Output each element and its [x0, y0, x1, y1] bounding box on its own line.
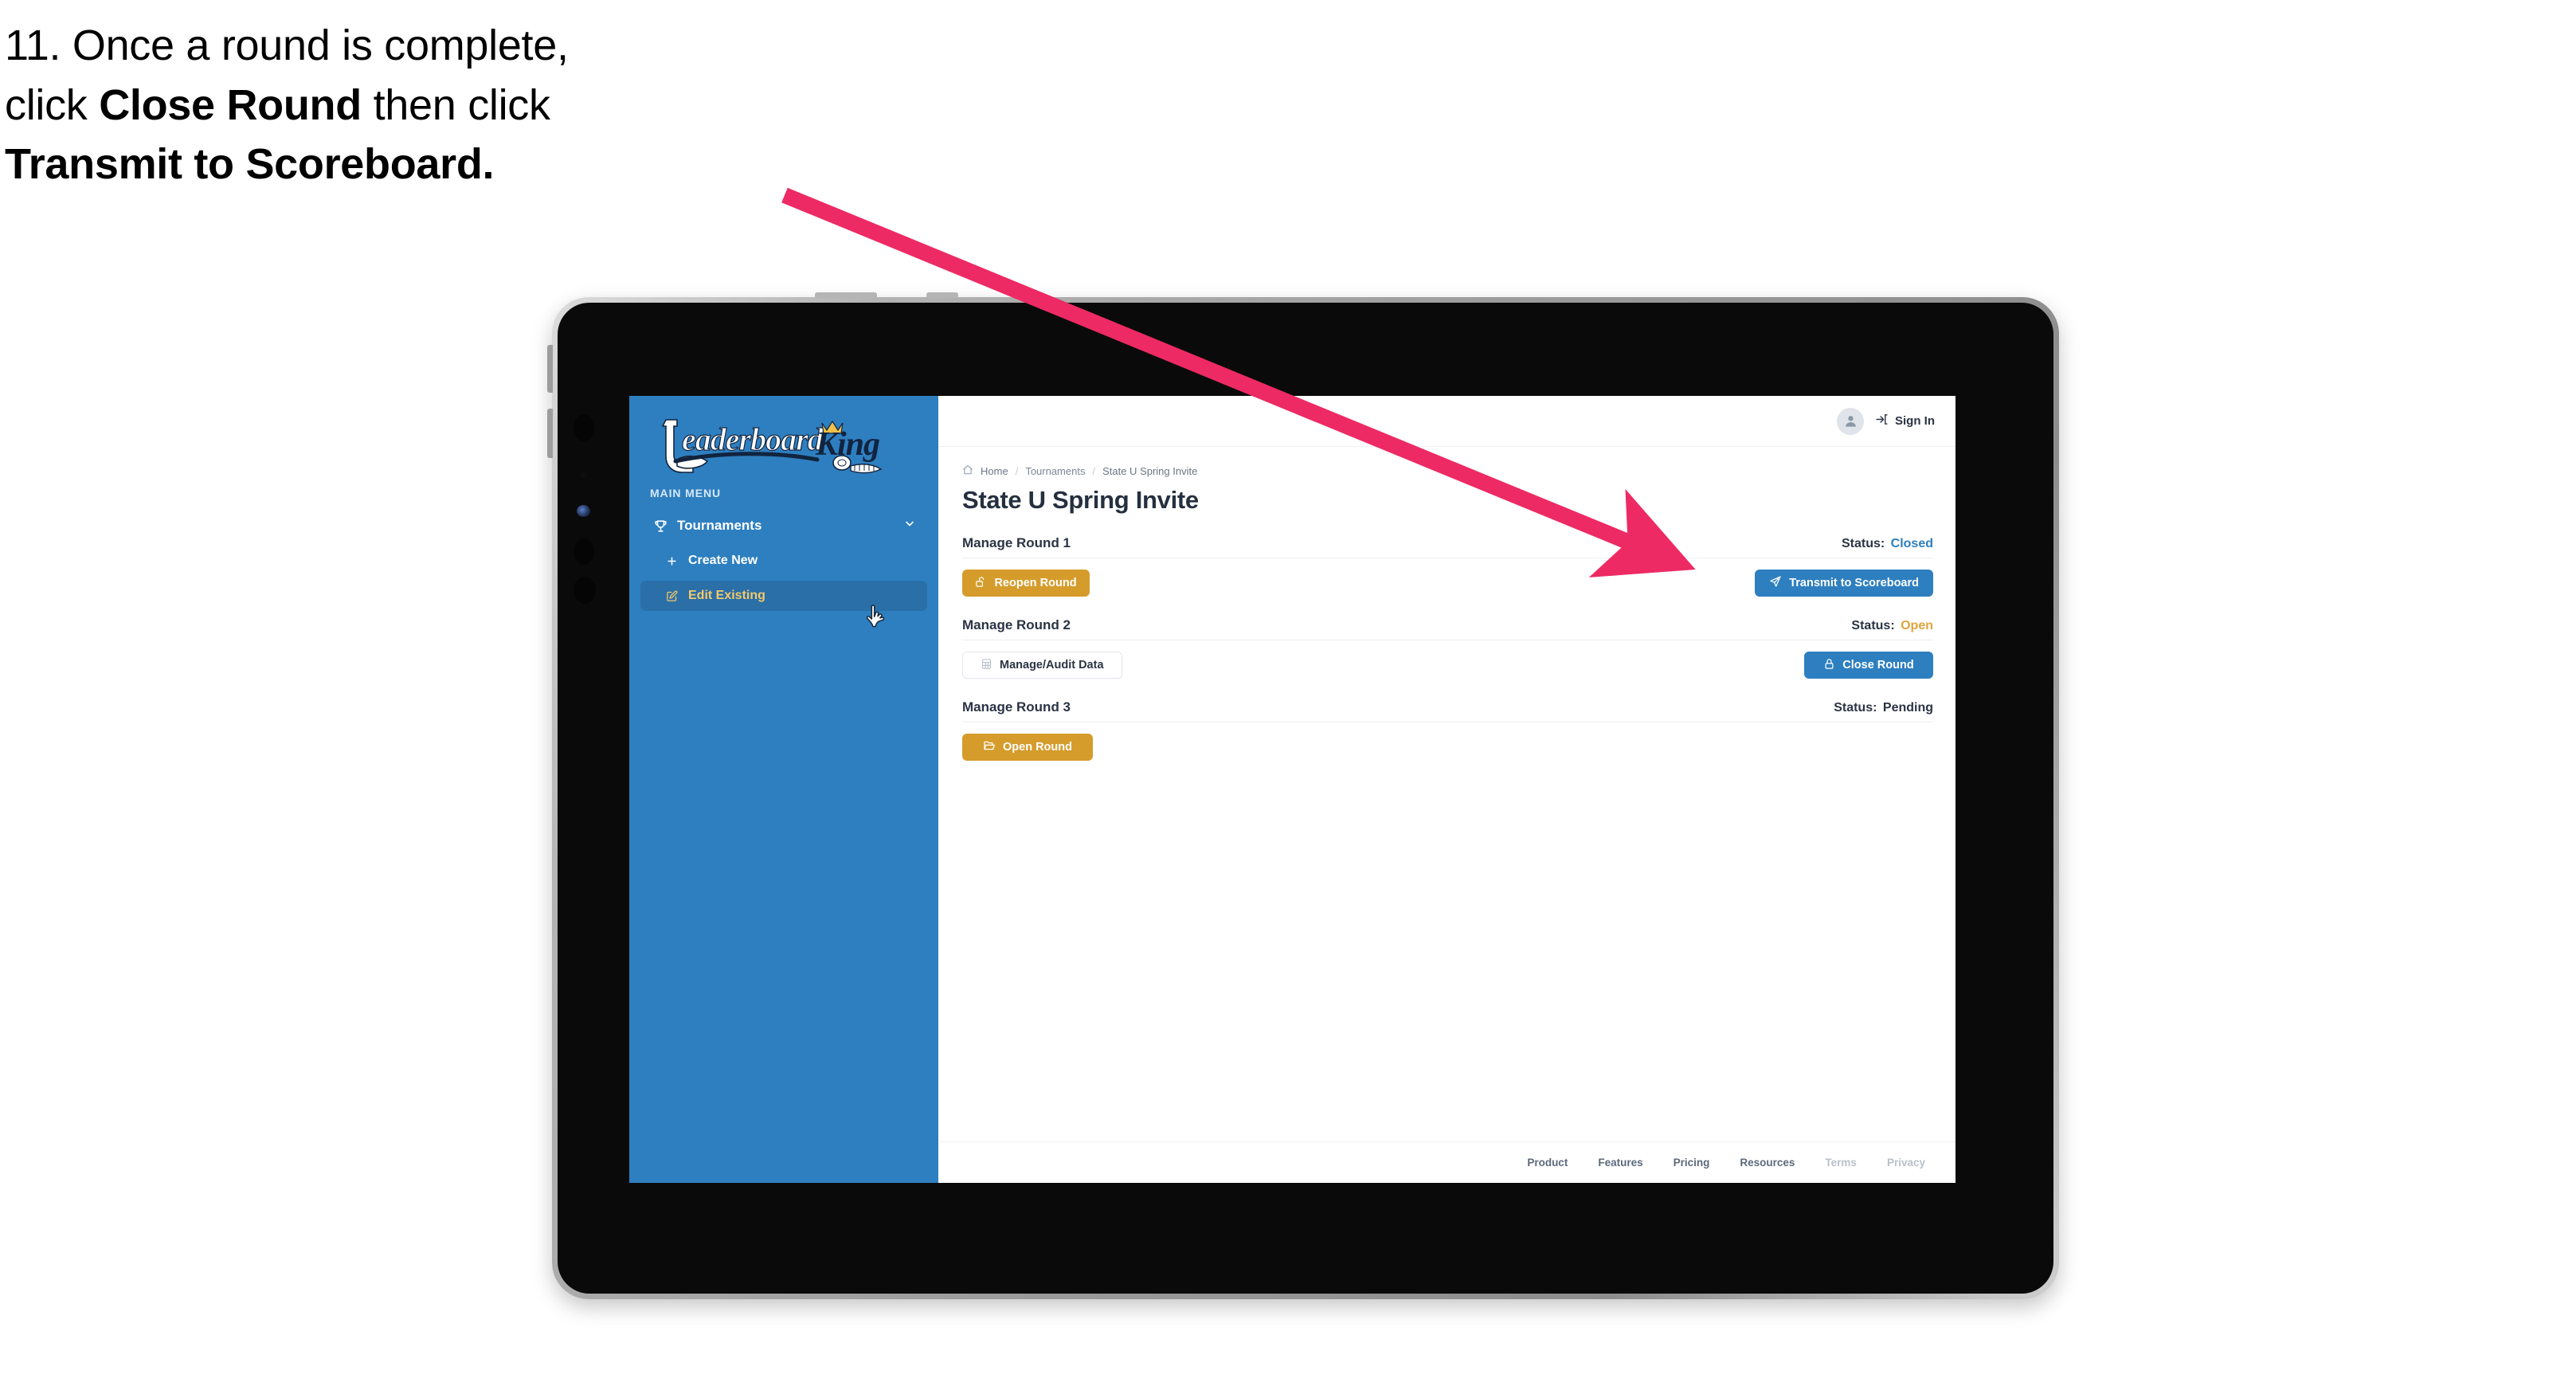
sidebar-item-tournaments-label: Tournaments — [677, 518, 762, 533]
breadcrumb-separator-1: / — [1015, 465, 1019, 477]
lock-icon — [1823, 658, 1835, 673]
sign-in-label: Sign In — [1895, 414, 1935, 428]
transmit-to-scoreboard-label: Transmit to Scoreboard — [1789, 577, 1919, 589]
open-round-button[interactable]: Open Round — [962, 734, 1093, 761]
round-2-title: Manage Round 2 — [962, 617, 1071, 632]
edit-pencil-icon — [661, 590, 682, 602]
round-3-status: Status: Pending — [1834, 701, 1933, 715]
table-grid-icon — [981, 658, 992, 673]
home-icon[interactable] — [962, 464, 973, 478]
manage-audit-data-button[interactable]: Manage/Audit Data — [962, 652, 1122, 679]
footer-link-resources[interactable]: Resources — [1740, 1157, 1795, 1169]
round-3-status-label: Status: — [1834, 701, 1877, 715]
footer-link-terms[interactable]: Terms — [1825, 1157, 1857, 1169]
round-2-status: Status: Open — [1851, 619, 1933, 633]
round-1-actions: Reopen Round Transmit to Scoreboard — [962, 570, 1933, 597]
round-2-status-label: Status: — [1851, 619, 1895, 632]
footer-link-features[interactable]: Features — [1598, 1157, 1642, 1169]
footer-link-privacy[interactable]: Privacy — [1887, 1157, 1925, 1169]
login-arrow-icon — [1875, 413, 1889, 429]
manage-audit-data-label: Manage/Audit Data — [1000, 659, 1104, 671]
close-round-button[interactable]: Close Round — [1804, 652, 1933, 679]
open-round-label: Open Round — [1003, 741, 1072, 754]
round-3-title: Manage Round 3 — [962, 699, 1071, 715]
round-2-actions: Manage/Audit Data Close Round — [962, 652, 1933, 679]
round-3-header: Manage Round 3 Status: Pending — [962, 699, 1933, 722]
sidebar: eaderboard King MAIN MENU Tournaments Cr… — [629, 396, 938, 1183]
front-camera-icon — [574, 414, 594, 441]
tablet-top-antenna-band-2 — [926, 292, 958, 298]
breadcrumb-home[interactable]: Home — [981, 465, 1008, 477]
user-avatar-icon — [1845, 416, 1856, 427]
screenshot-root: 11. Once a round is complete, click Clos… — [0, 0, 2576, 1386]
caption-line-2-prefix: click — [5, 80, 100, 129]
tablet-top-antenna-band — [815, 292, 877, 298]
sensor-dot-icon — [580, 472, 587, 479]
breadcrumb: Home / Tournaments / State U Spring Invi… — [962, 464, 1933, 478]
sidebar-item-edit-existing-label: Edit Existing — [688, 589, 765, 602]
round-2-status-value: Open — [1901, 619, 1933, 632]
reopen-round-label: Reopen Round — [994, 577, 1077, 589]
sidebar-item-create-new-label: Create New — [688, 554, 758, 567]
reopen-round-button[interactable]: Reopen Round — [962, 570, 1090, 597]
chevron-down-icon[interactable] — [903, 518, 916, 534]
page-title: State U Spring Invite — [962, 486, 1199, 514]
trophy-icon — [650, 519, 671, 534]
caption-close-round-bold: Close Round — [99, 80, 362, 129]
pointing-hand-cursor — [866, 605, 885, 628]
instruction-caption: 11. Once a round is complete, click Clos… — [5, 16, 849, 194]
sign-in-button[interactable]: Sign In — [1875, 413, 1935, 429]
open-folder-icon — [983, 739, 996, 755]
transmit-to-scoreboard-button[interactable]: Transmit to Scoreboard — [1755, 570, 1933, 597]
round-3-status-value: Pending — [1882, 701, 1933, 715]
breadcrumb-separator-2: / — [1092, 465, 1096, 477]
camera-lens-icon — [577, 505, 590, 517]
paper-plane-icon — [1769, 575, 1782, 591]
avatar[interactable] — [1837, 407, 1864, 435]
round-1-status-label: Status: — [1841, 537, 1885, 550]
tablet-side-button-volume-up[interactable] — [547, 345, 553, 393]
plus-icon — [661, 555, 682, 567]
tablet-screen: eaderboard King MAIN MENU Tournaments Cr… — [629, 396, 1955, 1183]
leaderboard-king-logo-icon: eaderboard King — [661, 419, 883, 474]
caption-line-2-suffix: then click — [361, 80, 550, 129]
top-bar: Sign In — [938, 396, 1955, 447]
round-2-header: Manage Round 2 Status: Open — [962, 617, 1933, 640]
app-logo[interactable]: eaderboard King — [629, 396, 938, 474]
round-block-1: Manage Round 1 Status: Closed Reopen Rou… — [962, 535, 1933, 597]
breadcrumb-current: State U Spring Invite — [1102, 465, 1198, 477]
round-1-status: Status: Closed — [1842, 537, 1933, 551]
round-1-title: Manage Round 1 — [962, 535, 1071, 550]
footer: Product Features Pricing Resources Terms… — [938, 1141, 1955, 1183]
sensor-dot-icon-3 — [574, 577, 596, 604]
close-round-label: Close Round — [1842, 659, 1914, 671]
unlock-icon — [975, 576, 987, 591]
sidebar-section-label: MAIN MENU — [650, 487, 721, 499]
main-content: Sign In Home / Tournaments / State U Spr… — [938, 396, 1955, 1183]
round-1-status-value: Closed — [1890, 537, 1933, 550]
round-block-2: Manage Round 2 Status: Open Manage/Audit… — [962, 617, 1933, 679]
sidebar-item-create-new[interactable]: Create New — [640, 546, 927, 576]
footer-link-product[interactable]: Product — [1527, 1157, 1568, 1169]
caption-transmit-bold: Transmit to Scoreboard. — [5, 140, 495, 189]
sidebar-item-tournaments[interactable]: Tournaments — [640, 511, 927, 541]
round-3-actions: Open Round — [962, 734, 1933, 761]
breadcrumb-tournaments[interactable]: Tournaments — [1025, 465, 1085, 477]
sensor-dot-icon-2 — [574, 538, 594, 565]
tablet-side-button-volume-down[interactable] — [547, 409, 553, 458]
round-block-3: Manage Round 3 Status: Pending Open Roun… — [962, 699, 1933, 761]
page-body: Home / Tournaments / State U Spring Invi… — [938, 447, 1955, 1141]
round-1-header: Manage Round 1 Status: Closed — [962, 535, 1933, 558]
caption-line-1: 11. Once a round is complete, — [5, 22, 569, 69]
footer-link-pricing[interactable]: Pricing — [1674, 1157, 1710, 1169]
